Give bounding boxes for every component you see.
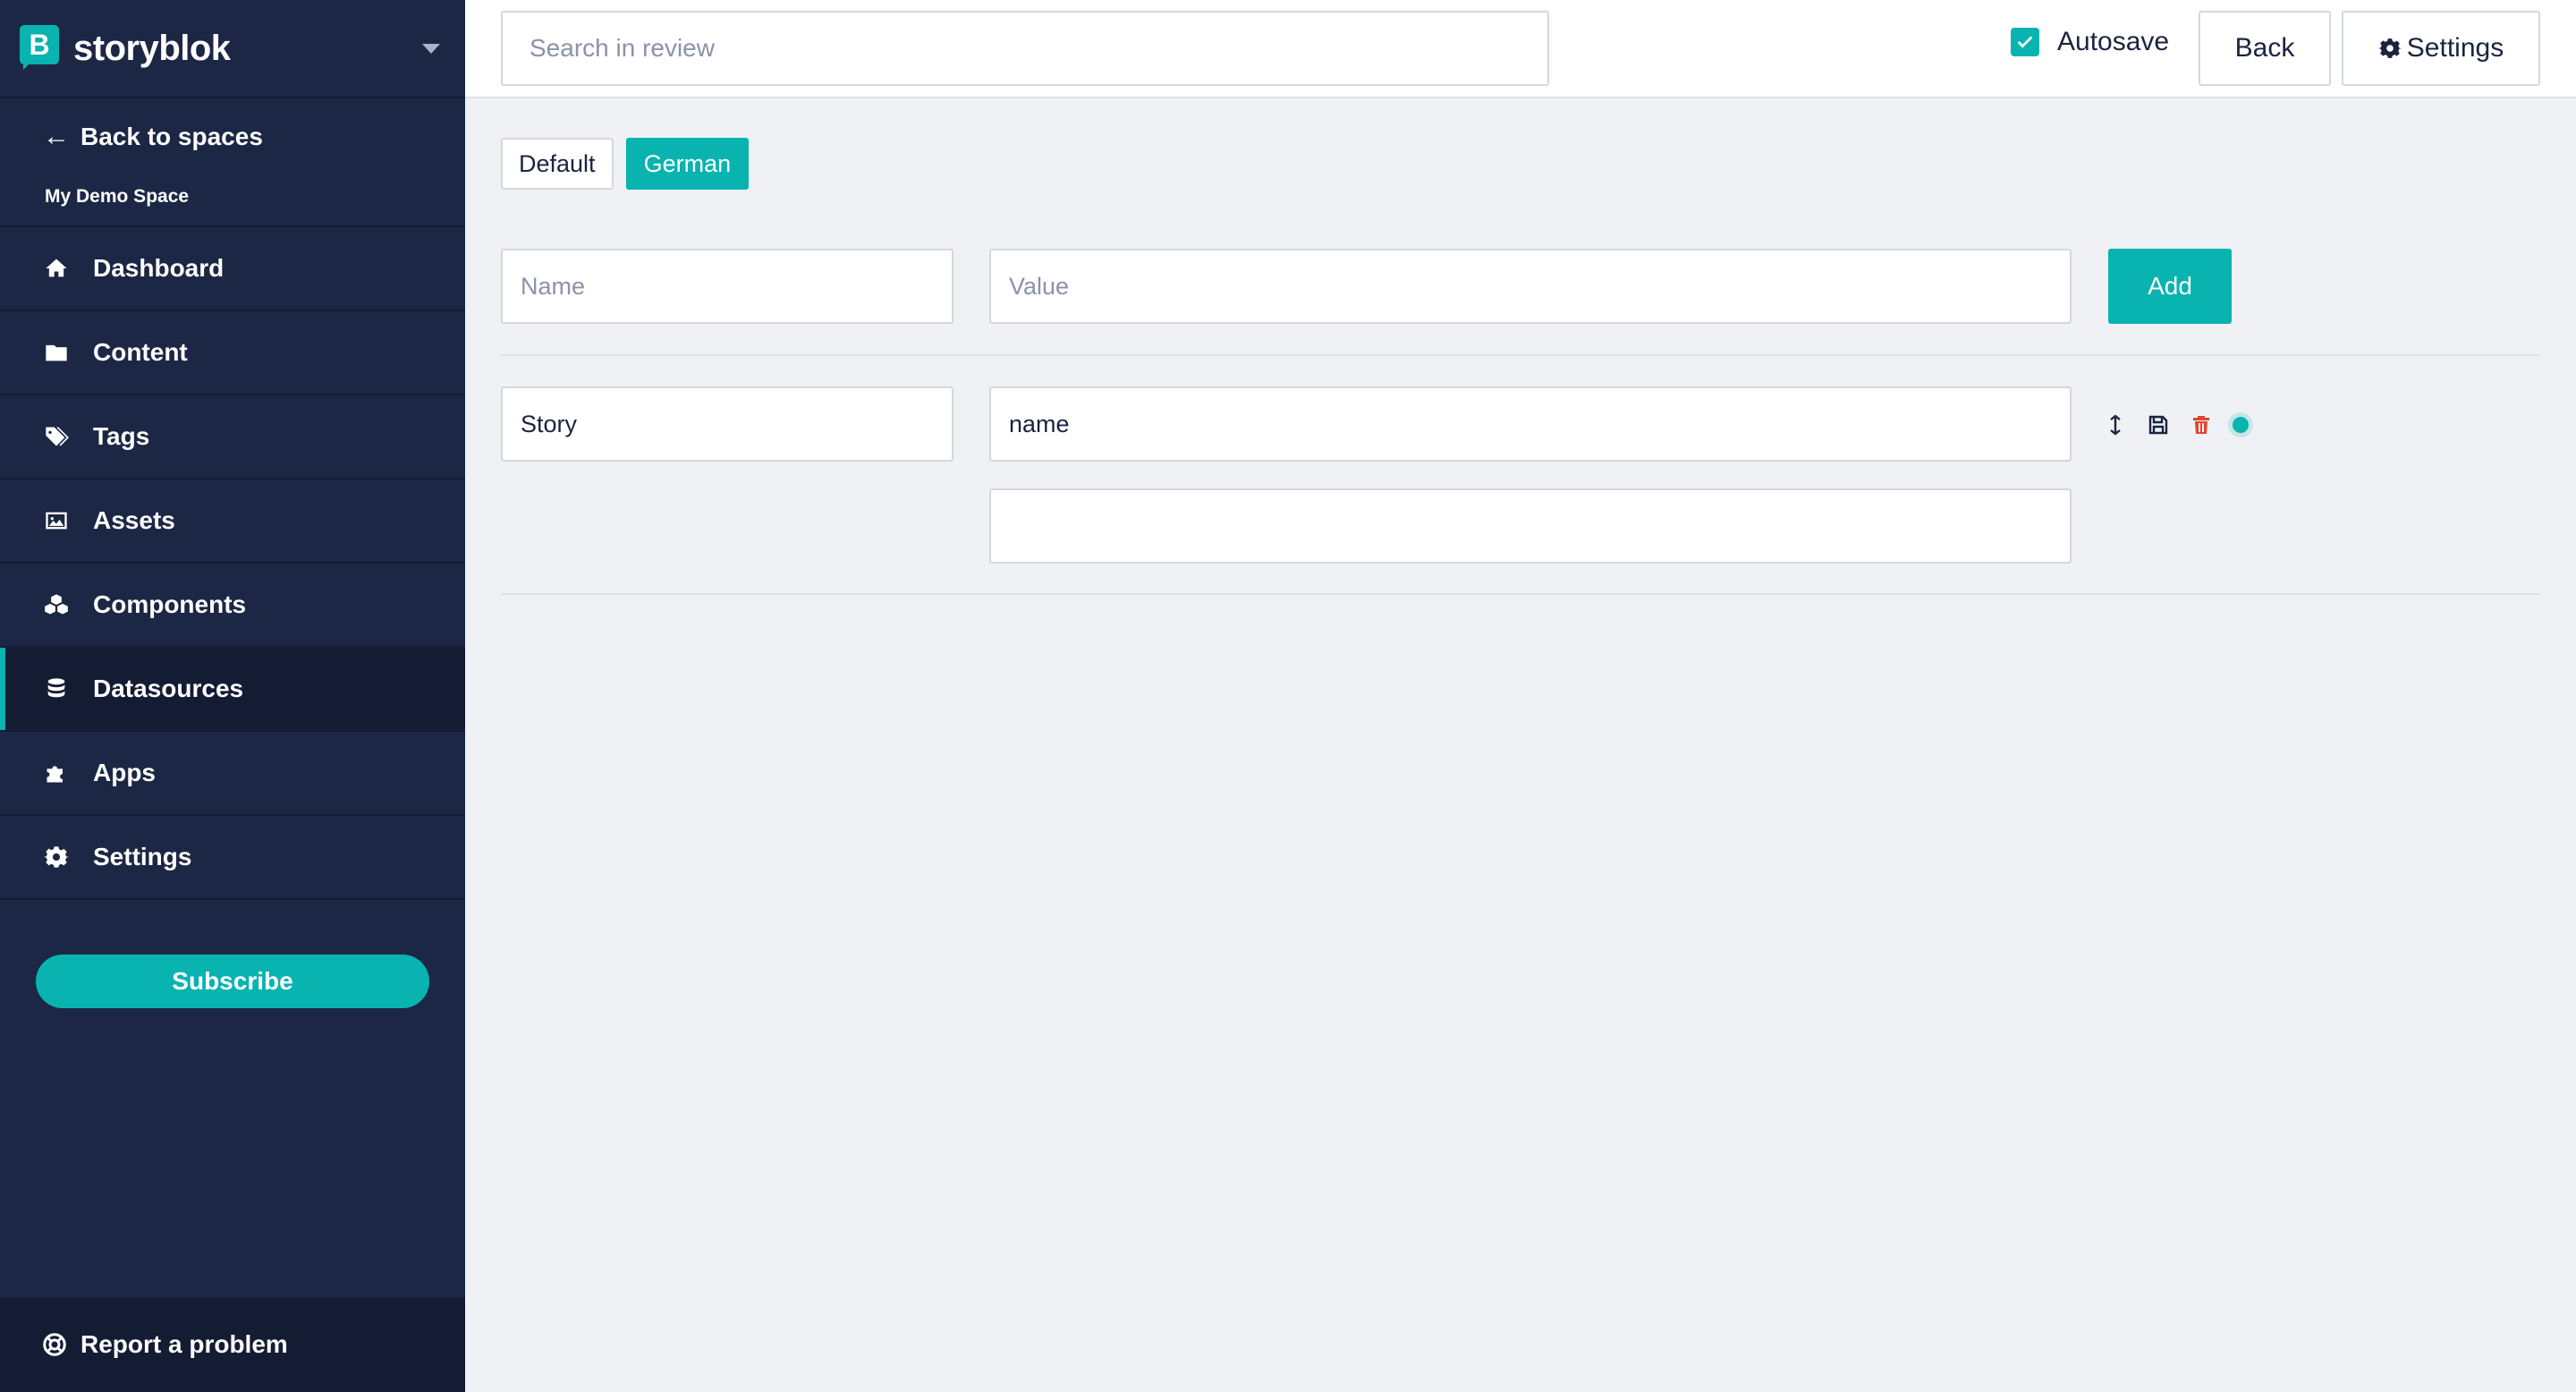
- home-icon: [43, 255, 70, 282]
- chevron-down-icon[interactable]: [422, 43, 440, 54]
- brand-name: storyblok: [73, 28, 231, 68]
- sidebar-item-components[interactable]: Components: [0, 564, 465, 648]
- sidebar-item-tags[interactable]: Tags: [0, 395, 465, 480]
- trash-icon[interactable]: [2190, 412, 2213, 438]
- save-icon[interactable]: [2147, 412, 2170, 438]
- cubes-icon: [43, 591, 70, 618]
- sidebar-item-label: Dashboard: [93, 254, 225, 282]
- lifebuoy-icon: [43, 1333, 66, 1356]
- autosave-checkbox[interactable]: [2011, 28, 2039, 56]
- new-entry-name-input[interactable]: [501, 249, 953, 324]
- entry-value-input[interactable]: [989, 386, 2072, 462]
- settings-label: Settings: [2406, 33, 2504, 63]
- gear-icon: [43, 844, 70, 870]
- tab-german[interactable]: German: [625, 138, 750, 190]
- divider: [501, 354, 2540, 356]
- space-switcher[interactable]: B storyblok: [0, 0, 465, 98]
- sidebar-item-dashboard[interactable]: Dashboard: [0, 227, 465, 311]
- sidebar: B storyblok ← Back to spaces My Demo Spa…: [0, 0, 465, 1392]
- sidebar-item-label: Components: [93, 590, 247, 618]
- sidebar-item-label: Datasources: [93, 675, 244, 702]
- drag-handle-icon[interactable]: [2104, 412, 2127, 438]
- tab-default[interactable]: Default: [501, 138, 614, 190]
- back-button[interactable]: Back: [2199, 11, 2331, 86]
- back-to-spaces-label: Back to spaces: [80, 123, 263, 150]
- search-input[interactable]: [501, 11, 1549, 86]
- sidebar-item-label: Assets: [93, 506, 175, 534]
- settings-button[interactable]: Settings: [2342, 11, 2540, 86]
- storyblok-logo: B: [20, 25, 59, 72]
- sidebar-item-settings[interactable]: Settings: [0, 816, 465, 900]
- sidebar-item-apps[interactable]: Apps: [0, 732, 465, 816]
- puzzle-icon: [43, 760, 70, 786]
- subscribe-button[interactable]: Subscribe: [36, 955, 429, 1008]
- checkmark-icon: [2017, 36, 2033, 48]
- database-icon: [43, 675, 70, 702]
- sidebar-item-label: Content: [93, 338, 188, 366]
- autosave-toggle[interactable]: Autosave: [2011, 27, 2169, 57]
- topbar: Autosave Back Settings: [465, 0, 2576, 98]
- autosave-label: Autosave: [2057, 27, 2170, 56]
- add-entry-button[interactable]: Add: [2108, 249, 2232, 324]
- language-tabs: Default German: [501, 138, 761, 190]
- entry-dimension-value-input[interactable]: [989, 488, 2072, 564]
- report-problem-label: Report a problem: [80, 1330, 288, 1358]
- sidebar-item-content[interactable]: Content: [0, 311, 465, 395]
- arrow-left-icon: ←: [43, 122, 70, 151]
- space-name: My Demo Space: [0, 175, 465, 227]
- divider: [501, 593, 2540, 595]
- back-to-spaces-link[interactable]: ← Back to spaces: [0, 98, 465, 175]
- image-icon: [43, 507, 70, 534]
- report-problem-link[interactable]: Report a problem: [0, 1297, 465, 1392]
- folder-icon: [43, 339, 70, 366]
- sidebar-item-label: Tags: [93, 422, 150, 450]
- sidebar-item-label: Apps: [93, 759, 156, 786]
- sidebar-item-datasources[interactable]: Datasources: [0, 648, 465, 732]
- entry-actions: [2104, 410, 2249, 440]
- new-entry-value-input[interactable]: [989, 249, 2072, 324]
- sidebar-nav: Dashboard Content Tags Assets Components: [0, 227, 465, 900]
- sidebar-item-assets[interactable]: Assets: [0, 480, 465, 564]
- gear-icon: [2377, 38, 2402, 58]
- status-dot: [2233, 417, 2249, 433]
- sidebar-item-label: Settings: [93, 843, 192, 870]
- entry-name-input[interactable]: [501, 386, 953, 462]
- tags-icon: [43, 423, 70, 450]
